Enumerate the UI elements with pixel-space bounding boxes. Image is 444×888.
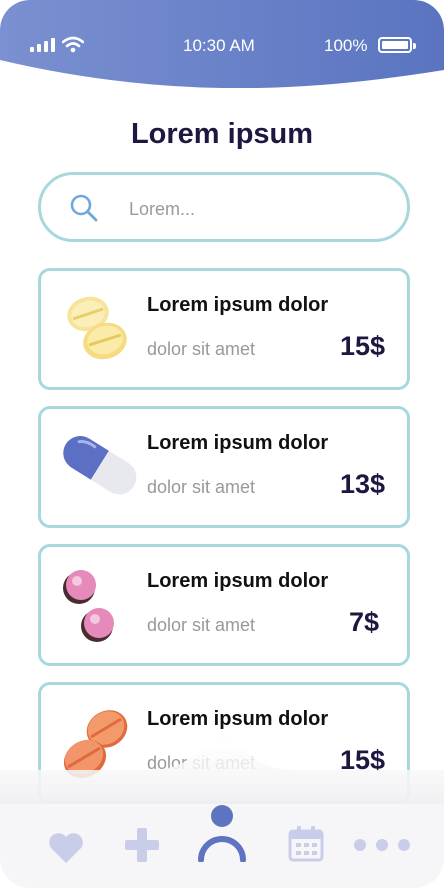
product-name: Lorem ipsum dolor [147, 294, 329, 316]
status-bar: 10:30 AM 100% [0, 0, 444, 88]
product-subtitle: dolor sit amet [147, 477, 256, 497]
heart-icon[interactable] [48, 832, 84, 864]
bottom-nav [0, 804, 444, 888]
battery-percentage: 100% [324, 36, 368, 55]
yellow-pills-icon [67, 296, 127, 360]
search-bar[interactable] [38, 172, 410, 242]
phone-screen: 10:30 AM 100% Lorem ipsum Lorem ipsum do… [0, 0, 444, 888]
product-price: 7$ [348, 607, 379, 637]
search-input[interactable] [127, 193, 381, 225]
more-icon[interactable] [352, 838, 412, 852]
battery-icon [378, 37, 416, 53]
profile-icon[interactable] [196, 804, 248, 862]
product-price: 15$ [339, 331, 385, 361]
product-card[interactable]: Lorem ipsum dolor dolor sit amet 15$ [38, 268, 410, 390]
product-price: 13$ [339, 469, 385, 499]
product-subtitle: dolor sit amet [147, 615, 256, 635]
product-card[interactable]: Lorem ipsum dolor dolor sit amet 7$ [38, 544, 410, 666]
capsule-icon [63, 436, 137, 495]
product-card[interactable]: Lorem ipsum dolor dolor sit amet 13$ [38, 406, 410, 528]
calendar-icon[interactable] [288, 826, 324, 862]
status-time: 10:30 AM [183, 36, 255, 55]
product-subtitle: dolor sit amet [147, 339, 256, 359]
product-name: Lorem ipsum dolor [147, 432, 329, 454]
plus-icon[interactable] [125, 828, 159, 862]
pink-pills-icon [63, 570, 114, 642]
product-name: Lorem ipsum dolor [147, 570, 329, 592]
signal-icon [30, 38, 55, 52]
page-title: Lorem ipsum [130, 118, 314, 150]
search-icon[interactable] [69, 193, 99, 223]
wifi-icon [62, 36, 84, 53]
